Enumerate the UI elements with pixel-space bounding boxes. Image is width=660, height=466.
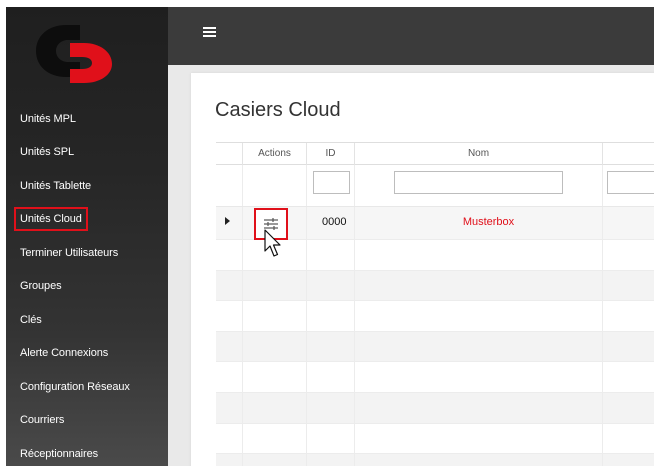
sidebar-item-unites-mpl[interactable]: Unités MPL	[6, 102, 168, 136]
table-row	[216, 301, 654, 332]
sidebar-item-label: Configuration Réseaux	[20, 380, 130, 393]
sidebar-item-label: Groupes	[20, 280, 62, 293]
sliders-icon	[264, 218, 278, 230]
column-header-id[interactable]: ID	[306, 143, 354, 165]
filter-id-input[interactable]	[313, 171, 350, 194]
table-row	[216, 240, 654, 271]
sidebar-item-courriers[interactable]: Courriers	[6, 404, 168, 438]
expand-row-icon[interactable]	[225, 217, 230, 225]
top-bar	[168, 7, 654, 65]
row-id: 0000	[322, 216, 347, 228]
sidebar-item-label: Clés	[20, 313, 42, 326]
table-row	[216, 331, 654, 363]
sidebar-item-label: Réceptionnaires	[20, 447, 98, 460]
sidebar-item-terminer-utilisateurs[interactable]: Terminer Utilisateurs	[6, 236, 168, 270]
sidebar-item-unites-spl[interactable]: Unités SPL	[6, 136, 168, 170]
filter-extra-input[interactable]	[607, 171, 654, 194]
sidebar-item-groupes[interactable]: Groupes	[6, 270, 168, 304]
column-header-extra	[602, 143, 654, 165]
sidebar-item-alerte-connexions[interactable]: Alerte Connexions	[6, 337, 168, 371]
row-actions-button[interactable]	[254, 208, 288, 240]
table-row	[216, 362, 654, 393]
sidebar-item-label: Alerte Connexions	[20, 347, 109, 360]
sidebar: Unités MPL Unités SPL Unités Tablette Un…	[6, 7, 168, 466]
header-expander-cell	[216, 143, 242, 165]
hamburger-icon[interactable]	[203, 27, 216, 37]
sidebar-item-label: Unités Tablette	[20, 179, 92, 192]
grid-header: Actions ID Nom	[216, 142, 654, 165]
table-row	[216, 270, 654, 302]
sidebar-item-unites-tablette[interactable]: Unités Tablette	[6, 169, 168, 203]
table-row	[216, 392, 654, 424]
data-grid: Actions ID Nom 0000 Musterbox	[216, 142, 654, 466]
table-row	[216, 454, 654, 466]
column-header-nom[interactable]: Nom	[354, 143, 602, 165]
table-row	[216, 423, 654, 455]
sidebar-item-configuration-reseaux[interactable]: Configuration Réseaux	[6, 370, 168, 404]
sidebar-item-label: Unités Cloud	[14, 207, 88, 232]
sidebar-item-unites-cloud[interactable]: Unités Cloud	[6, 203, 168, 237]
app-window: Unités MPL Unités SPL Unités Tablette Un…	[6, 7, 654, 466]
brand-logo	[36, 25, 112, 83]
page-title: Casiers Cloud	[215, 99, 341, 121]
sidebar-item-label: Unités MPL	[20, 112, 76, 125]
row-nom-link[interactable]: Musterbox	[365, 216, 612, 228]
content-card: Casiers Cloud Actions ID Nom 0000 Muster…	[191, 73, 654, 466]
table-row[interactable]: 0000 Musterbox	[216, 207, 654, 257]
column-header-actions[interactable]: Actions	[242, 143, 306, 165]
filter-row	[216, 165, 654, 207]
sidebar-item-receptionnaires[interactable]: Réceptionnaires	[6, 437, 168, 466]
filter-nom-input[interactable]	[394, 171, 563, 194]
sidebar-item-label: Courriers	[20, 414, 65, 427]
sidebar-nav: Unités MPL Unités SPL Unités Tablette Un…	[6, 102, 168, 466]
sidebar-item-label: Terminer Utilisateurs	[20, 246, 119, 259]
sidebar-item-cles[interactable]: Clés	[6, 303, 168, 337]
sidebar-item-label: Unités SPL	[20, 146, 75, 159]
